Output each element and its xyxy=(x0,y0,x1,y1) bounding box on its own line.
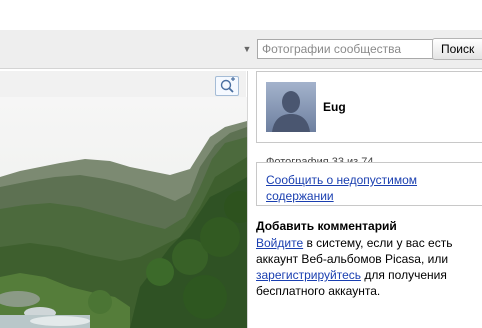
user-name[interactable]: Eug xyxy=(323,100,346,114)
chevron-down-icon: ▼ xyxy=(242,44,252,54)
top-band xyxy=(0,0,482,30)
comment-signin-text: Войдите в систему, если у вас есть аккау… xyxy=(256,235,482,299)
panel-divider xyxy=(247,71,248,328)
default-avatar-silhouette-icon xyxy=(266,82,316,132)
avatar[interactable] xyxy=(266,82,316,132)
photo-viewer[interactable] xyxy=(0,97,247,328)
add-comment-title: Добавить комментарий xyxy=(256,219,397,233)
search-button[interactable]: Поиск xyxy=(432,38,482,60)
landscape-photo xyxy=(0,97,247,328)
register-link[interactable]: зарегистрируйтесь xyxy=(256,268,361,282)
report-abuse-link[interactable]: Сообщить о недопустимом содержании xyxy=(266,172,466,204)
search-scope-dropdown[interactable]: ▼ xyxy=(240,41,254,57)
signin-link[interactable]: Войдите xyxy=(256,236,303,250)
zoom-button[interactable] xyxy=(215,76,239,96)
photo-toolbar xyxy=(0,71,246,98)
search-input[interactable] xyxy=(257,39,435,59)
magnifier-plus-icon xyxy=(220,77,235,93)
